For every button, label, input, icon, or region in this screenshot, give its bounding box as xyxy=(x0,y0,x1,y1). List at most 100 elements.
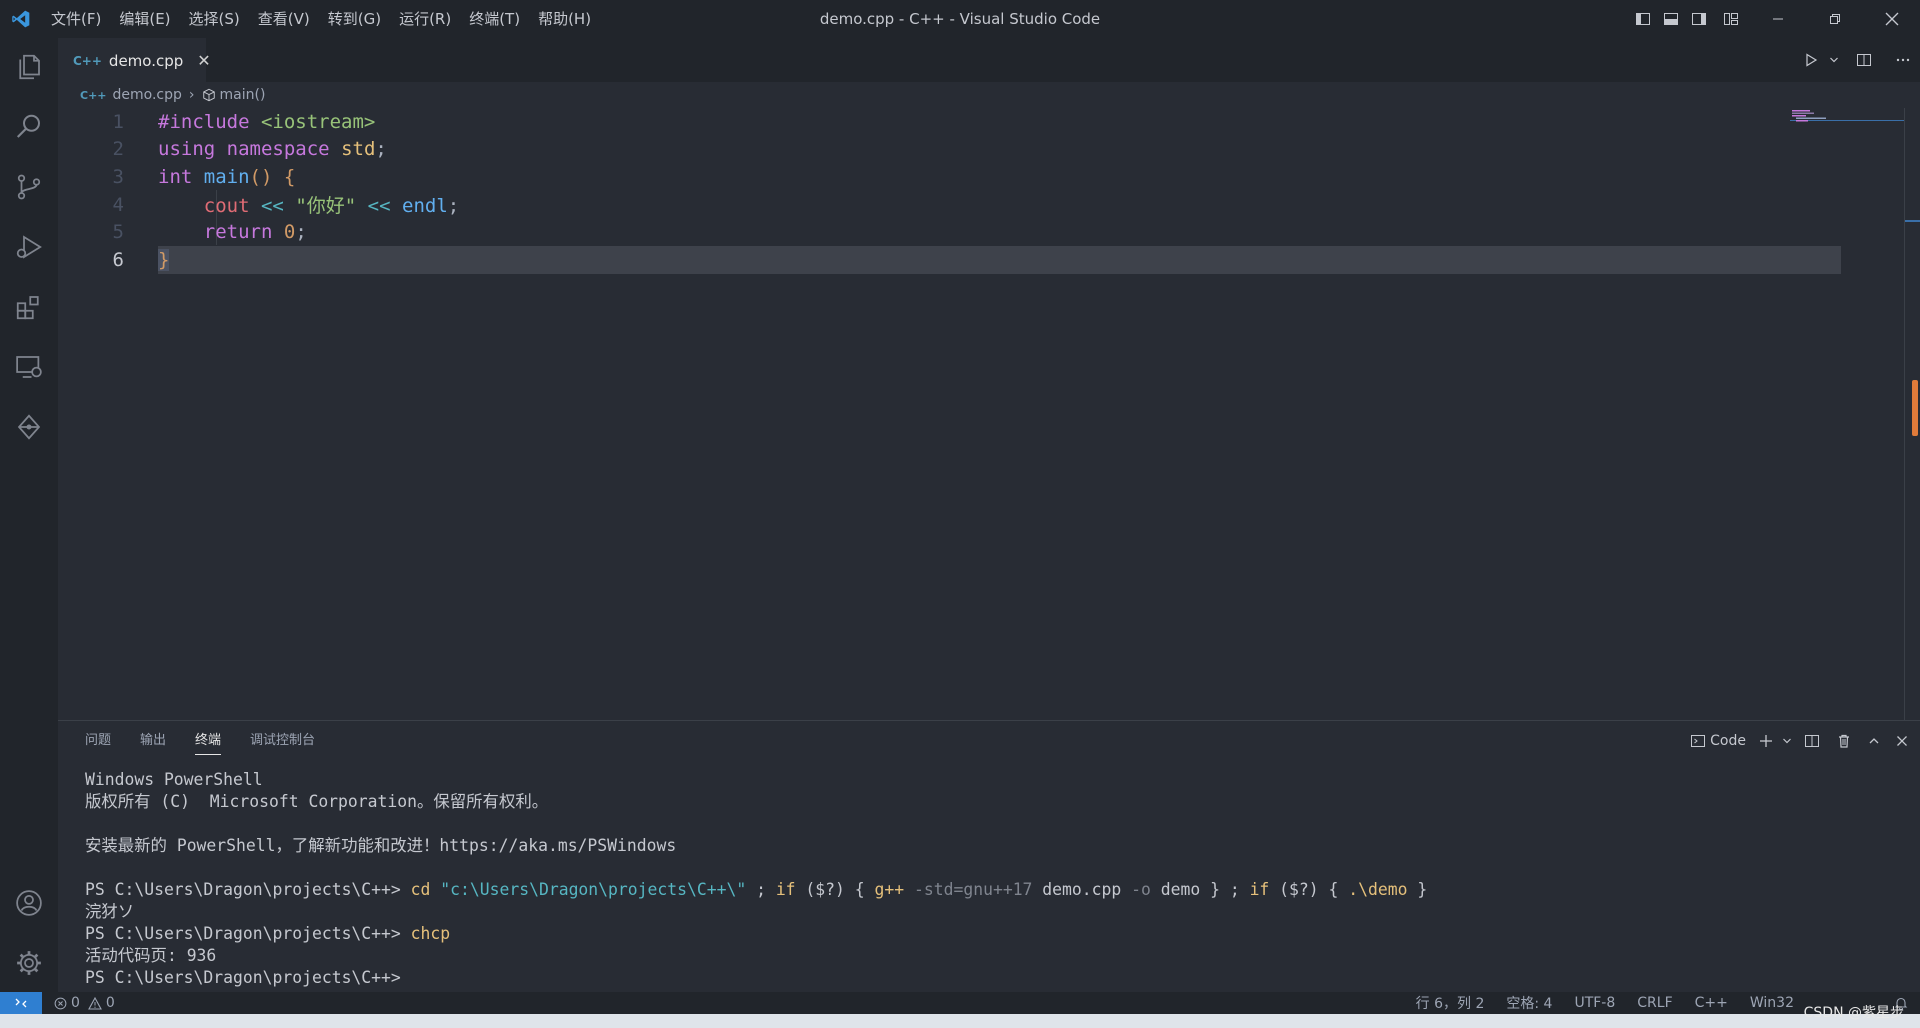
line-ending[interactable]: CRLF xyxy=(1637,995,1672,1011)
tab-demo-cpp[interactable]: C++ demo.cpp ✕ xyxy=(58,38,211,82)
token: namespace xyxy=(226,138,330,161)
run-dropdown-chevron-down-icon[interactable] xyxy=(1826,38,1842,82)
cursor-position[interactable]: 行 6，列 2 xyxy=(1416,993,1485,1013)
breadcrumb-file[interactable]: demo.cpp xyxy=(113,87,182,103)
cpp-file-icon: C++ xyxy=(80,88,107,102)
terminal-line: Windows PowerShell xyxy=(85,770,263,789)
restore-icon[interactable] xyxy=(1806,0,1863,38)
terminal-output[interactable]: Windows PowerShell 版权所有 (C) Microsoft Co… xyxy=(85,769,1885,989)
token: using xyxy=(158,138,216,161)
terminal-icon xyxy=(1690,733,1706,749)
toggle-primary-sidebar-icon[interactable] xyxy=(1629,0,1657,38)
bottom-strip xyxy=(0,1014,1920,1028)
account-icon[interactable] xyxy=(0,874,58,932)
watermark: CSDN @紫星步 xyxy=(1803,1005,1904,1021)
code-editor[interactable]: 1 #include <iostream> 2 using namespace … xyxy=(58,108,1904,720)
bottom-panel: 问题 输出 终端 调试控制台 Code Windows PowerShell 版… xyxy=(58,720,1920,992)
split-terminal-icon[interactable] xyxy=(1794,721,1830,761)
chevron-right-icon: › xyxy=(188,87,195,103)
terminal-line: PS C:\Users\Dragon\projects\C++> xyxy=(85,968,401,987)
remote-explorer-icon[interactable] xyxy=(0,338,58,396)
tab-terminal[interactable]: 终端 xyxy=(195,721,222,761)
line-number: 5 xyxy=(112,221,124,244)
minimap[interactable] xyxy=(1790,108,1904,720)
menu-go[interactable]: 转到(G) xyxy=(319,0,390,38)
settings-gear-icon[interactable] xyxy=(0,934,58,992)
editor-scrollbar[interactable] xyxy=(1904,108,1920,720)
terminal-token: demo xyxy=(1150,880,1201,899)
indentation[interactable]: 空格: 4 xyxy=(1506,993,1552,1013)
token: std xyxy=(341,138,376,161)
toggle-panel-icon[interactable] xyxy=(1657,0,1685,38)
extensions-icon[interactable] xyxy=(0,278,58,336)
minimize-icon[interactable] xyxy=(1749,0,1806,38)
platform[interactable]: Win32 xyxy=(1750,995,1794,1011)
menu-terminal[interactable]: 终端(T) xyxy=(460,0,529,38)
vscode-logo-icon[interactable] xyxy=(0,0,42,38)
close-window-icon[interactable] xyxy=(1863,0,1920,38)
encoding[interactable]: UTF-8 xyxy=(1574,995,1615,1011)
run-code-icon[interactable] xyxy=(1796,38,1826,82)
token: { xyxy=(283,165,296,188)
menu-view[interactable]: 查看(V) xyxy=(249,0,319,38)
token: #include xyxy=(158,110,250,133)
explorer-icon[interactable] xyxy=(0,38,58,96)
menu-file[interactable]: 文件(F) xyxy=(42,0,110,38)
error-count: 0 xyxy=(71,995,80,1011)
source-control-icon[interactable] xyxy=(0,158,58,216)
terminal-prompt: PS C:\Users\Dragon\projects\C++> xyxy=(85,880,411,899)
terminal-selector[interactable]: Code xyxy=(1684,721,1752,761)
menu-edit[interactable]: 编辑(E) xyxy=(110,0,179,38)
code-text: using namespace std; xyxy=(158,138,387,160)
terminal-line: PS C:\Users\Dragon\projects\C++> chcp xyxy=(85,923,1885,945)
menu-run[interactable]: 运行(R) xyxy=(390,0,460,38)
scroll-thumb[interactable] xyxy=(1912,380,1918,436)
terminal-line: 活动代码页: 936 xyxy=(85,946,217,965)
terminal-token: chcp xyxy=(410,924,451,943)
tab-label: demo.cpp xyxy=(108,51,184,70)
toggle-secondary-sidebar-icon[interactable] xyxy=(1685,0,1713,38)
problems-status[interactable]: 0 0 xyxy=(54,995,115,1011)
terminal-token: .\demo xyxy=(1348,880,1408,899)
terminal-token: } xyxy=(1200,880,1220,899)
run-debug-icon[interactable] xyxy=(0,218,58,276)
terminal-token: "c:\Users\Dragon\projects\C++\" xyxy=(440,880,747,899)
token: "你好" xyxy=(295,195,357,218)
terminal-prompt: PS C:\Users\Dragon\projects\C++> xyxy=(85,924,411,943)
line-number: 2 xyxy=(112,138,124,161)
code-text: } xyxy=(158,248,170,271)
remote-indicator-icon[interactable] xyxy=(0,992,42,1014)
maximize-panel-chevron-up-icon[interactable] xyxy=(1858,721,1890,761)
token: 0 xyxy=(283,221,296,244)
close-panel-icon[interactable] xyxy=(1890,721,1914,761)
terminal-dropdown-chevron-down-icon[interactable] xyxy=(1780,721,1794,761)
menu-selection[interactable]: 选择(S) xyxy=(180,0,249,38)
gitlens-icon[interactable] xyxy=(0,398,58,456)
tab-debug-console[interactable]: 调试控制台 xyxy=(250,721,315,761)
terminal-token: ($?) xyxy=(1269,880,1329,899)
menu-help[interactable]: 帮助(H) xyxy=(529,0,600,38)
token: cout xyxy=(203,195,250,218)
new-terminal-plus-icon[interactable] xyxy=(1752,721,1780,761)
language-mode[interactable]: C++ xyxy=(1695,995,1728,1011)
code-line: 6 } xyxy=(58,246,1786,274)
more-actions-icon[interactable] xyxy=(1886,38,1920,82)
split-editor-icon[interactable] xyxy=(1842,38,1886,82)
line-number: 3 xyxy=(112,165,124,188)
tab-problems[interactable]: 问题 xyxy=(85,721,111,761)
search-icon[interactable] xyxy=(0,98,58,156)
customize-layout-icon[interactable] xyxy=(1713,0,1749,38)
close-tab-icon[interactable]: ✕ xyxy=(197,51,210,70)
scroll-position-marker xyxy=(1905,220,1920,222)
tab-output[interactable]: 输出 xyxy=(140,721,166,761)
kill-terminal-trash-icon[interactable] xyxy=(1830,721,1858,761)
breadcrumb-symbol[interactable]: main() xyxy=(220,87,266,103)
code-line: 1 #include <iostream> xyxy=(58,108,1786,136)
